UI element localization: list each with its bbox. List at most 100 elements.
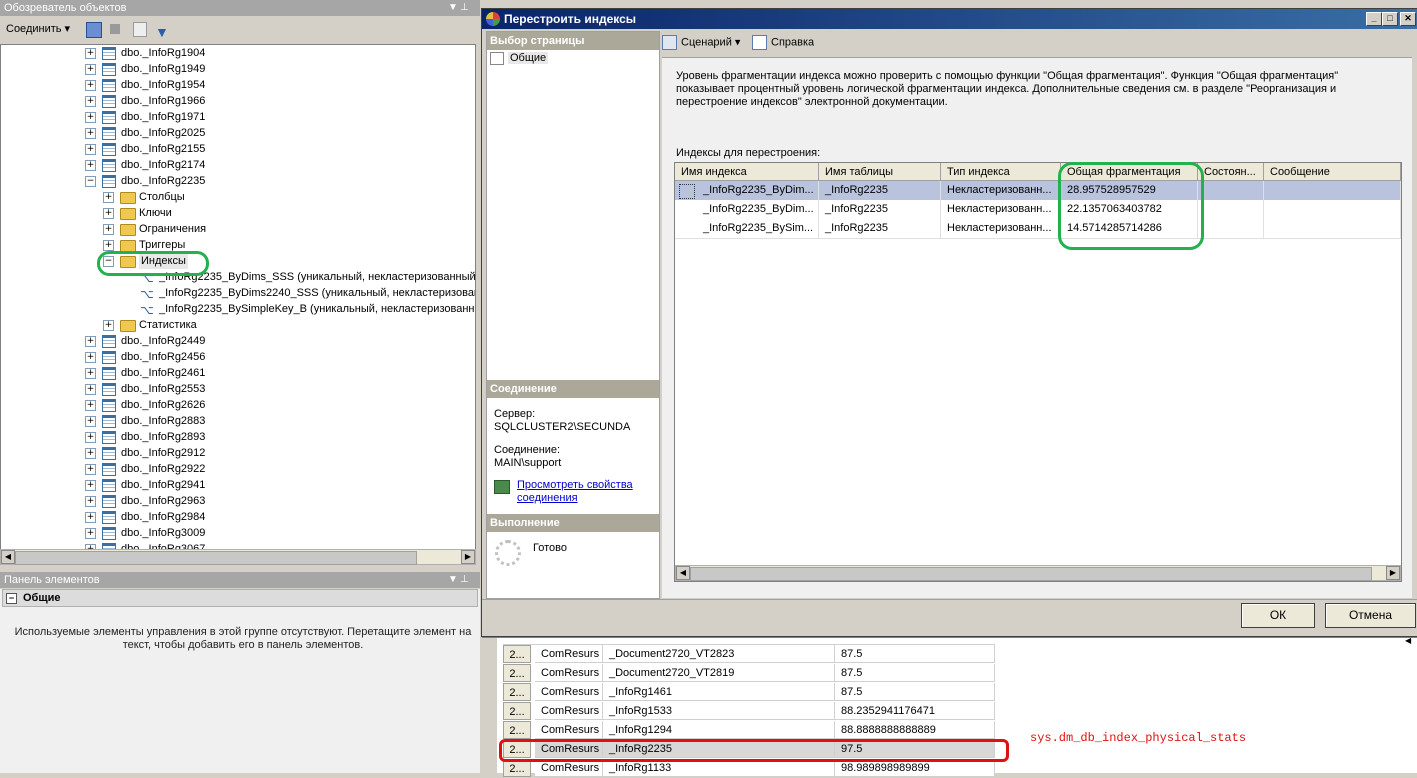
row-number-cell[interactable]: 2... <box>503 664 531 682</box>
indexes-grid[interactable]: ◀ ▶ Имя индекса Имя таблицы Тип индекса Общ… <box>674 162 1402 582</box>
tree-node[interactable]: + dbo._InfoRg1966 <box>1 93 475 109</box>
expand-icon[interactable]: + <box>103 224 114 235</box>
tree-node[interactable]: + Столбцы <box>1 189 475 205</box>
scroll-right-button[interactable]: ▶ <box>461 550 475 564</box>
tree-node[interactable]: + dbo._InfoRg2449 <box>1 333 475 349</box>
maximize-button[interactable]: □ <box>1382 12 1398 26</box>
tree-node[interactable]: + dbo._InfoRg2456 <box>1 349 475 365</box>
expand-icon[interactable]: + <box>85 528 96 539</box>
expand-icon[interactable]: + <box>85 464 96 475</box>
tree-node[interactable]: + dbo._InfoRg2883 <box>1 413 475 429</box>
pin-icon[interactable]: ⊥ <box>460 572 469 588</box>
page-general-item[interactable]: Общие <box>490 51 549 66</box>
tree-node[interactable]: + dbo._InfoRg3009 <box>1 525 475 541</box>
tree-node[interactable]: ⌥ _InfoRg2235_BySimpleKey_B (уникальный, … <box>1 301 475 317</box>
tree-node[interactable]: + Ключи <box>1 205 475 221</box>
tree-node[interactable]: + dbo._InfoRg2155 <box>1 141 475 157</box>
grid-column-header[interactable]: Имя таблицы <box>819 163 941 181</box>
pin-icon[interactable]: ⊥ <box>460 0 469 16</box>
expand-icon[interactable]: + <box>103 192 114 203</box>
scroll-left-button[interactable]: ◀ <box>676 566 690 580</box>
tree-node[interactable]: + dbo._InfoRg2922 <box>1 461 475 477</box>
expand-icon[interactable]: + <box>85 80 96 91</box>
stop-icon[interactable] <box>110 24 120 34</box>
grid-row[interactable]: _InfoRg2235_ByDim... _InfoRg2235 Некластер… <box>675 181 1401 201</box>
tree-node[interactable]: + dbo._InfoRg2025 <box>1 125 475 141</box>
expand-icon[interactable]: + <box>103 320 114 331</box>
collapse-icon[interactable]: − <box>6 593 17 604</box>
expand-icon[interactable]: + <box>85 448 96 459</box>
script-button[interactable]: Сценарий ▾ <box>662 35 740 50</box>
expand-icon[interactable]: + <box>85 384 96 395</box>
tree-node[interactable]: + dbo._InfoRg2626 <box>1 397 475 413</box>
tree-node[interactable]: ⌥ _InfoRg2235_ByDims2240_SSS (уникальный,… <box>1 285 475 301</box>
close-button[interactable]: ✕ <box>1400 12 1416 26</box>
expand-icon[interactable]: + <box>85 368 96 379</box>
tree-node[interactable]: + dbo._InfoRg2553 <box>1 381 475 397</box>
expand-icon[interactable]: + <box>85 496 96 507</box>
expand-icon[interactable]: + <box>103 240 114 251</box>
scroll-right-button[interactable]: ▶ <box>1386 566 1400 580</box>
expand-icon[interactable]: + <box>85 112 96 123</box>
object-explorer-tree[interactable]: + dbo._InfoRg1904 + dbo._InfoRg1949 + dbo._In… <box>0 44 476 550</box>
expand-icon[interactable]: + <box>85 144 96 155</box>
tree-node[interactable]: + dbo._InfoRg1949 <box>1 61 475 77</box>
expand-icon[interactable]: + <box>85 96 96 107</box>
refresh-icon[interactable] <box>133 22 147 37</box>
scroll-left-button[interactable]: ◀ <box>1 550 15 564</box>
grid-row[interactable]: _InfoRg2235_ByDim... _InfoRg2235 Некластер… <box>675 200 1401 220</box>
tree-node[interactable]: + dbo._InfoRg2461 <box>1 365 475 381</box>
collapse-icon[interactable]: − <box>85 176 96 187</box>
ok-button[interactable]: ОК <box>1241 603 1315 628</box>
grid-column-header[interactable]: Состоян... <box>1198 163 1264 181</box>
row-number-cell[interactable]: 2... <box>503 645 531 663</box>
grid-column-header[interactable]: Сообщение <box>1264 163 1401 181</box>
dropdown-icon[interactable]: ▼ <box>448 572 458 588</box>
row-number-cell[interactable]: 2... <box>503 702 531 720</box>
tree-node[interactable]: + dbo._InfoRg2912 <box>1 445 475 461</box>
grid-column-header[interactable]: Имя индекса <box>675 163 819 181</box>
tree-node[interactable]: + Статистика <box>1 317 475 333</box>
expand-icon[interactable]: + <box>85 352 96 363</box>
view-connection-properties-link[interactable]: Просмотреть свойства соединения <box>517 479 647 505</box>
scroll-thumb[interactable] <box>15 551 417 565</box>
minimize-button[interactable]: _ <box>1366 12 1382 26</box>
cancel-button[interactable]: Отмена <box>1325 603 1416 628</box>
grid-row[interactable]: _InfoRg2235_BySim... _InfoRg2235 Некластер… <box>675 219 1401 239</box>
expand-icon[interactable]: + <box>85 128 96 139</box>
tree-node[interactable]: + dbo._InfoRg2174 <box>1 157 475 173</box>
help-button[interactable]: Справка <box>752 35 814 50</box>
tree-node[interactable]: + dbo._InfoRg1954 <box>1 77 475 93</box>
expand-icon[interactable]: + <box>85 400 96 411</box>
expand-icon[interactable]: + <box>85 160 96 171</box>
tree-node[interactable]: + dbo._InfoRg1904 <box>1 45 475 61</box>
tree-node[interactable]: + Триггеры <box>1 237 475 253</box>
tree-node[interactable]: + dbo._InfoRg1971 <box>1 109 475 125</box>
grid-column-header[interactable]: Тип индекса <box>941 163 1061 181</box>
toolbox-group-header[interactable]: − Общие <box>2 589 478 607</box>
expand-icon[interactable]: + <box>103 208 114 219</box>
grid-horizontal-scrollbar[interactable]: ◀ ▶ <box>675 565 1401 581</box>
disconnect-icon[interactable] <box>86 22 102 38</box>
connect-button[interactable]: Соединить ▾ <box>6 17 70 42</box>
expand-icon[interactable]: + <box>85 416 96 427</box>
tree-node[interactable]: − dbo._InfoRg2235 <box>1 173 475 189</box>
tree-node[interactable]: ⌥ _InfoRg2235_ByDims_SSS (уникальный, нек… <box>1 269 475 285</box>
tree-node[interactable]: + dbo._InfoRg2893 <box>1 429 475 445</box>
expand-icon[interactable]: + <box>85 48 96 59</box>
tree-node[interactable]: + Ограничения <box>1 221 475 237</box>
expand-icon[interactable]: + <box>85 512 96 523</box>
expand-icon[interactable]: + <box>85 432 96 443</box>
expand-icon[interactable]: + <box>85 64 96 75</box>
tree-horizontal-scrollbar[interactable]: ◀ ▶ <box>0 549 476 565</box>
expand-icon[interactable]: + <box>85 480 96 491</box>
underlying-scroll-arrow[interactable]: ◀ <box>1405 636 1411 645</box>
row-number-cell[interactable]: 2... <box>503 721 531 739</box>
dropdown-icon[interactable]: ▼ <box>448 0 458 16</box>
expand-icon[interactable]: + <box>85 336 96 347</box>
tree-node[interactable]: + dbo._InfoRg2984 <box>1 509 475 525</box>
tree-node[interactable]: + dbo._InfoRg2963 <box>1 493 475 509</box>
tree-node[interactable]: + dbo._InfoRg2941 <box>1 477 475 493</box>
scroll-thumb[interactable] <box>690 567 1372 581</box>
row-number-cell[interactable]: 2... <box>503 683 531 701</box>
